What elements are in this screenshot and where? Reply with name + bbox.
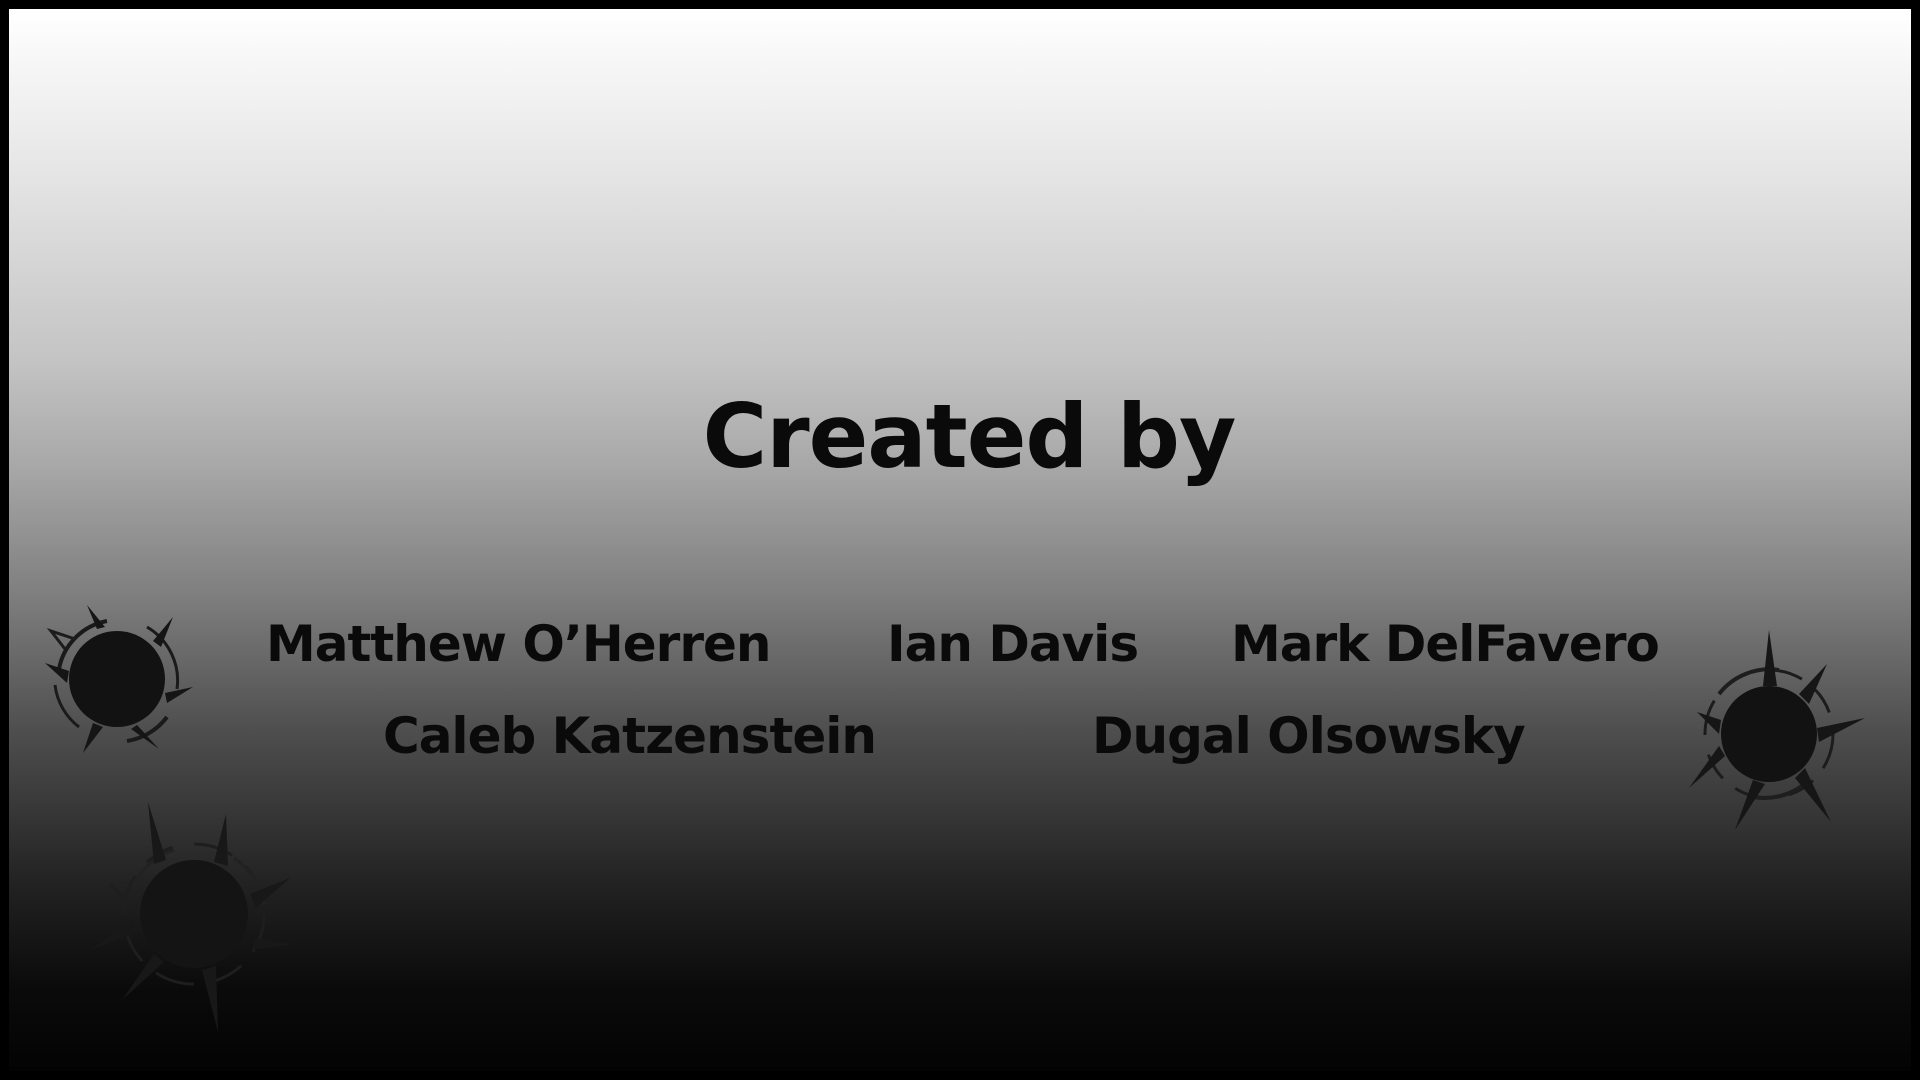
credit-name-2: Ian Davis: [887, 615, 1139, 673]
credit-name-3: Mark DelFavero: [1231, 615, 1660, 673]
credits-screen: Created by Matthew O’Herren Ian Davis Ma…: [9, 9, 1911, 1071]
credit-name-5: Dugal Olsowsky: [1092, 707, 1526, 765]
game-frame: Created by Matthew O’Herren Ian Davis Ma…: [0, 0, 1920, 1080]
credit-name-4: Caleb Katzenstein: [383, 707, 877, 765]
bullet-hole-icon: [90, 802, 294, 1032]
credit-name-1: Matthew O’Herren: [266, 615, 771, 673]
credits-title: Created by: [702, 385, 1237, 488]
bullet-hole-icon: [1689, 630, 1865, 830]
bullet-hole-icon: [45, 605, 193, 753]
